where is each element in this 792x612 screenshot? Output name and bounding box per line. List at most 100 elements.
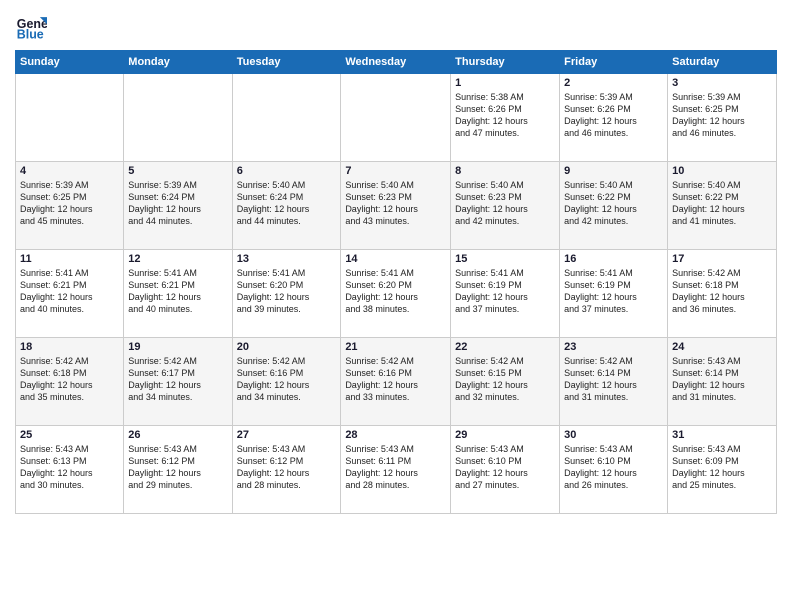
day-info: Sunrise: 5:40 AM Sunset: 6:22 PM Dayligh…	[672, 179, 772, 228]
day-number: 21	[345, 341, 446, 353]
calendar-header-friday: Friday	[560, 51, 668, 74]
calendar-cell: 25 Sunrise: 5:43 AM Sunset: 6:13 PM Dayli…	[16, 426, 124, 514]
day-number: 20	[237, 341, 337, 353]
calendar-cell	[341, 74, 451, 162]
calendar-cell: 14Sunrise: 5:41 AM Sunset: 6:20 PM Dayli…	[341, 250, 451, 338]
calendar-header-thursday: Thursday	[451, 51, 560, 74]
day-info: Sunrise: 5:40 AM Sunset: 6:22 PM Dayligh…	[564, 179, 663, 228]
day-number: 16	[564, 253, 663, 265]
day-info: Sunrise: 5:42 AM Sunset: 6:18 PM Dayligh…	[672, 267, 772, 316]
calendar-week-row: 1 Sunrise: 5:38 AM Sunset: 6:26 PM Daylig…	[16, 74, 777, 162]
day-info: Sunrise: 5:41 AM Sunset: 6:21 PM Dayligh…	[20, 267, 119, 316]
calendar-cell: 3 Sunrise: 5:39 AM Sunset: 6:25 PM Daylig…	[668, 74, 777, 162]
calendar-header-wednesday: Wednesday	[341, 51, 451, 74]
day-info: Sunrise: 5:43 AM Sunset: 6:10 PM Dayligh…	[564, 443, 663, 492]
day-number: 8	[455, 165, 555, 177]
day-number: 15	[455, 253, 555, 265]
calendar-header-monday: Monday	[124, 51, 232, 74]
calendar-cell: 20 Sunrise: 5:42 AM Sunset: 6:16 PM Dayli…	[232, 338, 341, 426]
day-number: 31	[672, 429, 772, 441]
day-number: 1	[455, 77, 555, 89]
day-info: Sunrise: 5:43 AM Sunset: 6:12 PM Dayligh…	[237, 443, 337, 492]
day-info: Sunrise: 5:43 AM Sunset: 6:11 PM Dayligh…	[345, 443, 446, 492]
calendar-cell: 8 Sunrise: 5:40 AM Sunset: 6:23 PM Daylig…	[451, 162, 560, 250]
day-number: 11	[20, 253, 119, 265]
day-info: Sunrise: 5:42 AM Sunset: 6:18 PM Dayligh…	[20, 355, 119, 404]
day-number: 27	[237, 429, 337, 441]
day-info: Sunrise: 5:42 AM Sunset: 6:15 PM Dayligh…	[455, 355, 555, 404]
day-number: 7	[345, 165, 446, 177]
calendar-week-row: 4Sunrise: 5:39 AM Sunset: 6:25 PM Daylig…	[16, 162, 777, 250]
calendar-cell: 16 Sunrise: 5:41 AM Sunset: 6:19 PM Dayli…	[560, 250, 668, 338]
day-info: Sunrise: 5:40 AM Sunset: 6:23 PM Dayligh…	[455, 179, 555, 228]
calendar-week-row: 25 Sunrise: 5:43 AM Sunset: 6:13 PM Dayli…	[16, 426, 777, 514]
calendar-cell: 11 Sunrise: 5:41 AM Sunset: 6:21 PM Dayli…	[16, 250, 124, 338]
calendar-cell: 22 Sunrise: 5:42 AM Sunset: 6:15 PM Dayli…	[451, 338, 560, 426]
day-number: 2	[564, 77, 663, 89]
calendar-cell: 9 Sunrise: 5:40 AM Sunset: 6:22 PM Daylig…	[560, 162, 668, 250]
calendar-cell: 13Sunrise: 5:41 AM Sunset: 6:20 PM Dayli…	[232, 250, 341, 338]
day-number: 6	[237, 165, 337, 177]
day-info: Sunrise: 5:41 AM Sunset: 6:19 PM Dayligh…	[455, 267, 555, 316]
day-info: Sunrise: 5:43 AM Sunset: 6:14 PM Dayligh…	[672, 355, 772, 404]
day-number: 9	[564, 165, 663, 177]
day-info: Sunrise: 5:41 AM Sunset: 6:20 PM Dayligh…	[237, 267, 337, 316]
calendar-cell: 27 Sunrise: 5:43 AM Sunset: 6:12 PM Dayli…	[232, 426, 341, 514]
day-info: Sunrise: 5:42 AM Sunset: 6:14 PM Dayligh…	[564, 355, 663, 404]
day-info: Sunrise: 5:41 AM Sunset: 6:19 PM Dayligh…	[564, 267, 663, 316]
calendar-cell: 4Sunrise: 5:39 AM Sunset: 6:25 PM Daylig…	[16, 162, 124, 250]
day-number: 18	[20, 341, 119, 353]
calendar-cell: 12Sunrise: 5:41 AM Sunset: 6:21 PM Dayli…	[124, 250, 232, 338]
day-info: Sunrise: 5:41 AM Sunset: 6:21 PM Dayligh…	[128, 267, 227, 316]
day-info: Sunrise: 5:43 AM Sunset: 6:10 PM Dayligh…	[455, 443, 555, 492]
day-number: 29	[455, 429, 555, 441]
day-number: 25	[20, 429, 119, 441]
day-number: 22	[455, 341, 555, 353]
day-number: 26	[128, 429, 227, 441]
calendar-cell	[16, 74, 124, 162]
day-info: Sunrise: 5:43 AM Sunset: 6:12 PM Dayligh…	[128, 443, 227, 492]
svg-text:Blue: Blue	[17, 27, 44, 41]
day-info: Sunrise: 5:42 AM Sunset: 6:16 PM Dayligh…	[345, 355, 446, 404]
calendar-header-row: SundayMondayTuesdayWednesdayThursdayFrid…	[16, 51, 777, 74]
day-info: Sunrise: 5:42 AM Sunset: 6:16 PM Dayligh…	[237, 355, 337, 404]
calendar-week-row: 18 Sunrise: 5:42 AM Sunset: 6:18 PM Dayli…	[16, 338, 777, 426]
day-number: 5	[128, 165, 227, 177]
day-number: 30	[564, 429, 663, 441]
calendar-cell: 29 Sunrise: 5:43 AM Sunset: 6:10 PM Dayli…	[451, 426, 560, 514]
day-info: Sunrise: 5:38 AM Sunset: 6:26 PM Dayligh…	[455, 91, 555, 140]
day-number: 14	[345, 253, 446, 265]
day-info: Sunrise: 5:39 AM Sunset: 6:26 PM Dayligh…	[564, 91, 663, 140]
calendar-cell	[124, 74, 232, 162]
page-header: General Blue	[15, 10, 777, 42]
calendar-cell: 30 Sunrise: 5:43 AM Sunset: 6:10 PM Dayli…	[560, 426, 668, 514]
calendar-table: SundayMondayTuesdayWednesdayThursdayFrid…	[15, 50, 777, 514]
calendar-cell: 24 Sunrise: 5:43 AM Sunset: 6:14 PM Dayli…	[668, 338, 777, 426]
day-info: Sunrise: 5:43 AM Sunset: 6:09 PM Dayligh…	[672, 443, 772, 492]
day-info: Sunrise: 5:43 AM Sunset: 6:13 PM Dayligh…	[20, 443, 119, 492]
calendar-cell: 1 Sunrise: 5:38 AM Sunset: 6:26 PM Daylig…	[451, 74, 560, 162]
calendar-cell: 15 Sunrise: 5:41 AM Sunset: 6:19 PM Dayli…	[451, 250, 560, 338]
calendar-header-saturday: Saturday	[668, 51, 777, 74]
calendar-cell	[232, 74, 341, 162]
day-number: 24	[672, 341, 772, 353]
day-number: 17	[672, 253, 772, 265]
calendar-cell: 21 Sunrise: 5:42 AM Sunset: 6:16 PM Dayli…	[341, 338, 451, 426]
calendar-cell: 6 Sunrise: 5:40 AM Sunset: 6:24 PM Daylig…	[232, 162, 341, 250]
day-number: 19	[128, 341, 227, 353]
calendar-week-row: 11 Sunrise: 5:41 AM Sunset: 6:21 PM Dayli…	[16, 250, 777, 338]
calendar-header-tuesday: Tuesday	[232, 51, 341, 74]
day-number: 3	[672, 77, 772, 89]
day-info: Sunrise: 5:39 AM Sunset: 6:24 PM Dayligh…	[128, 179, 227, 228]
calendar-cell: 10 Sunrise: 5:40 AM Sunset: 6:22 PM Dayli…	[668, 162, 777, 250]
calendar-cell: 17 Sunrise: 5:42 AM Sunset: 6:18 PM Dayli…	[668, 250, 777, 338]
calendar-cell: 31 Sunrise: 5:43 AM Sunset: 6:09 PM Dayli…	[668, 426, 777, 514]
day-info: Sunrise: 5:40 AM Sunset: 6:23 PM Dayligh…	[345, 179, 446, 228]
day-number: 4	[20, 165, 119, 177]
day-info: Sunrise: 5:40 AM Sunset: 6:24 PM Dayligh…	[237, 179, 337, 228]
day-info: Sunrise: 5:39 AM Sunset: 6:25 PM Dayligh…	[672, 91, 772, 140]
calendar-cell: 18 Sunrise: 5:42 AM Sunset: 6:18 PM Dayli…	[16, 338, 124, 426]
day-number: 10	[672, 165, 772, 177]
calendar-cell: 2 Sunrise: 5:39 AM Sunset: 6:26 PM Daylig…	[560, 74, 668, 162]
calendar-cell: 19Sunrise: 5:42 AM Sunset: 6:17 PM Dayli…	[124, 338, 232, 426]
